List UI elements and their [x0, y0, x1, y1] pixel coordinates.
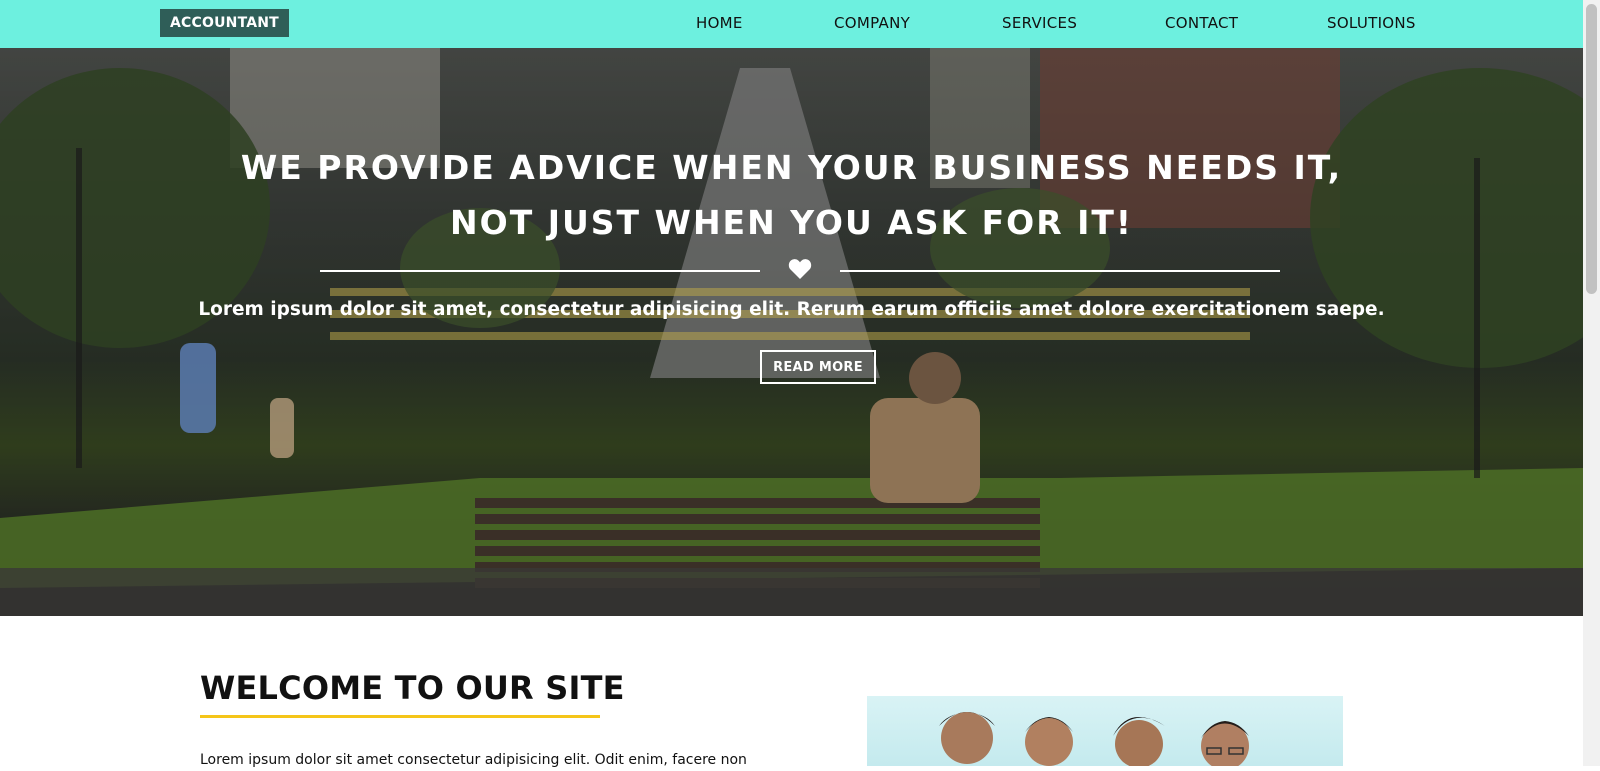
nav-services[interactable]: SERVICES	[1002, 13, 1077, 33]
welcome-underline	[200, 715, 600, 718]
hero-section: WE PROVIDE ADVICE WHEN YOUR BUSINESS NEE…	[0, 48, 1583, 616]
read-more-button[interactable]: READ MORE	[760, 350, 876, 384]
hero-background-image	[0, 48, 1583, 616]
nav-contact[interactable]: CONTACT	[1165, 13, 1238, 33]
page-scrollbar[interactable]	[1583, 0, 1600, 766]
top-navbar: ACCOUNTANT HOME COMPANY SERVICES CONTACT…	[0, 0, 1583, 48]
site-logo[interactable]: ACCOUNTANT	[160, 9, 289, 37]
welcome-paragraph: Lorem ipsum dolor sit amet consectetur a…	[200, 752, 747, 768]
hero-title-line-1: WE PROVIDE ADVICE WHEN YOUR BUSINESS NEE…	[240, 148, 1343, 187]
divider-right	[840, 270, 1280, 272]
scrollbar-thumb[interactable]	[1586, 4, 1597, 294]
nav-home[interactable]: HOME	[696, 13, 743, 33]
heart-icon	[788, 259, 812, 279]
nav-company[interactable]: COMPANY	[834, 13, 910, 33]
divider-left	[320, 270, 760, 272]
welcome-title: WELCOME TO OUR SITE	[200, 669, 625, 707]
hero-title-line-2: NOT JUST WHEN YOU ASK FOR IT!	[450, 203, 1133, 242]
team-photo	[867, 696, 1343, 766]
nav-solutions[interactable]: SOLUTIONS	[1327, 13, 1416, 33]
hero-subtitle: Lorem ipsum dolor sit amet, consectetur …	[198, 299, 1385, 320]
